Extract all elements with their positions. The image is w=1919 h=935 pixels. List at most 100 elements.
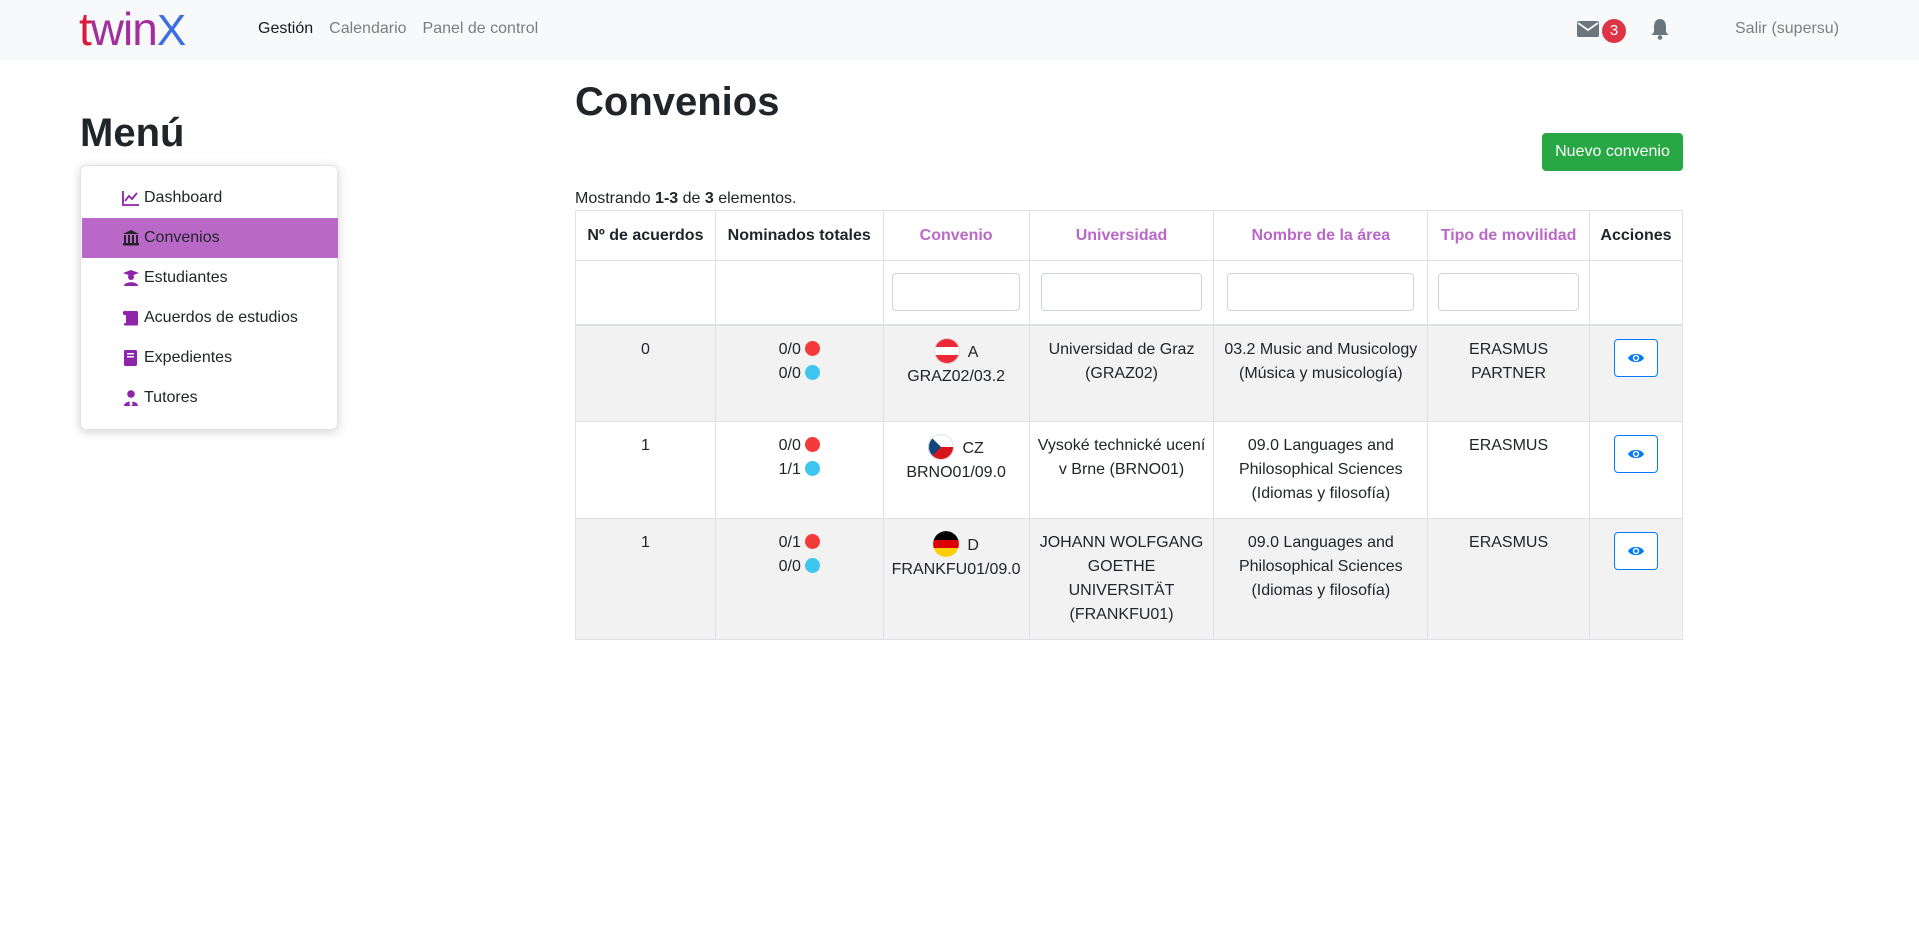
sidebar-menu: Dashboard Convenios Estudiantes Acuerdos… — [80, 165, 338, 430]
filter-cell-empty — [1589, 260, 1683, 326]
sidebar-item-label: Dashboard — [144, 189, 223, 206]
convenio-code: FRANKFU01/09.0 — [891, 561, 1021, 578]
brand-letter-t: t — [79, 3, 92, 55]
chart-line-icon — [122, 191, 139, 206]
sidebar-item-acuerdos[interactable]: Acuerdos de estudios — [82, 298, 338, 338]
cell-universidad: Vysoké technické ucení v Brne (BRNO01) — [1028, 421, 1215, 519]
sidebar-item-estudiantes[interactable]: Estudiantes — [82, 258, 338, 298]
header-acciones: Acciones — [1589, 210, 1683, 261]
header-area[interactable]: Nombre de la área — [1213, 210, 1429, 261]
filter-cell-empty — [714, 260, 884, 326]
red-dot-icon — [804, 534, 820, 549]
filter-cell-area — [1213, 260, 1429, 326]
red-dot-icon — [804, 437, 820, 452]
book-icon — [124, 350, 137, 366]
filter-universidad-input[interactable] — [1040, 273, 1203, 312]
germany-flag-icon — [933, 531, 960, 557]
summary-mid: de — [678, 190, 705, 207]
cell-acuerdos: 1 — [575, 518, 716, 640]
logout-link[interactable]: Salir (supersu) — [1735, 20, 1839, 38]
scroll-icon — [122, 310, 138, 326]
nav-link-panel-de-control[interactable]: Panel de control — [423, 20, 539, 38]
sidebar-item-convenios[interactable]: Convenios — [82, 218, 338, 258]
sidebar-item-label: Tutores — [144, 389, 198, 406]
sidebar-item-label: Expedientes — [144, 349, 233, 366]
user-tie-icon — [124, 390, 138, 406]
sidebar-item-expedientes[interactable]: Expedientes — [82, 338, 338, 378]
nominados-red-value: 0/1 — [778, 534, 801, 551]
header-convenio[interactable]: Convenio — [882, 210, 1030, 261]
cell-area: 09.0 Languages and Philosophical Science… — [1213, 421, 1429, 519]
filter-cell-universidad — [1028, 260, 1215, 326]
sidebar-item-label: Convenios — [144, 229, 220, 246]
new-convenio-button[interactable]: Nuevo convenio — [1542, 133, 1683, 171]
mail-count-badge: 3 — [1602, 19, 1626, 43]
filter-movilidad-input[interactable] — [1437, 273, 1580, 312]
cell-area: 03.2 Music and Musicology (Música y musi… — [1213, 324, 1429, 422]
czech-flag-icon — [928, 434, 955, 460]
cell-acuerdos: 1 — [575, 421, 716, 519]
eye-icon — [1628, 546, 1644, 556]
cell-universidad: Universidad de Graz (GRAZ02) — [1028, 324, 1215, 422]
envelope-icon[interactable] — [1577, 21, 1599, 37]
filter-row — [575, 260, 1683, 326]
bell-icon[interactable] — [1650, 18, 1670, 40]
blue-dot-icon — [804, 558, 820, 573]
view-button[interactable] — [1614, 338, 1658, 377]
nominados-red-value: 0/0 — [778, 437, 801, 454]
table-header-row: Nº de acuerdos Nominados totales Conveni… — [575, 210, 1683, 261]
page-title: Convenios — [575, 80, 780, 124]
filter-area-input[interactable] — [1227, 273, 1415, 312]
country-code: A — [967, 343, 979, 361]
eye-icon — [1628, 449, 1644, 459]
cell-acciones — [1589, 518, 1683, 640]
cell-nominados: 0/0 0/0 — [714, 324, 884, 422]
brand-logo[interactable]: twinX — [79, 3, 186, 55]
results-summary: Mostrando 1-3 de 3 elementos. — [575, 190, 796, 208]
cell-convenio: D FRANKFU01/09.0 — [882, 518, 1030, 640]
blue-dot-icon — [804, 364, 820, 380]
cell-universidad: JOHANN WOLFGANG GOETHE UNIVERSITÄT (FRAN… — [1028, 518, 1215, 640]
filter-cell-empty — [575, 260, 716, 326]
cell-movilidad: ERASMUS — [1427, 421, 1590, 519]
header-nominados: Nominados totales — [714, 210, 884, 261]
view-button[interactable] — [1614, 532, 1658, 570]
table-row: 1 0/0 1/1 CZ BRNO01/09.0 Vysoké technick… — [575, 421, 1683, 519]
filter-cell-convenio — [882, 260, 1030, 326]
header-movilidad[interactable]: Tipo de movilidad — [1427, 210, 1590, 261]
top-navbar: twinX Gestión Calendario Panel de contro… — [0, 0, 1919, 60]
brand-letters-win: win — [90, 3, 158, 55]
filter-convenio-input[interactable] — [892, 273, 1020, 312]
nav-link-gestion[interactable]: Gestión — [258, 20, 313, 38]
table-row: 1 0/1 0/0 D FRANKFU01/09.0 JOHANN WOLFGA… — [575, 518, 1683, 640]
nav-link-calendario[interactable]: Calendario — [329, 20, 406, 38]
convenios-table: Nº de acuerdos Nominados totales Conveni… — [575, 210, 1683, 640]
nominados-red-value: 0/0 — [778, 340, 801, 358]
cell-convenio: A GRAZ02/03.2 — [882, 324, 1030, 422]
blue-dot-icon — [804, 461, 820, 476]
convenio-code: BRNO01/09.0 — [906, 464, 1006, 481]
summary-prefix: Mostrando — [575, 190, 656, 207]
summary-suffix: elementos. — [713, 190, 797, 207]
table-row: 0 0/0 0/0 A GRAZ02/03.2 Universidad de G… — [575, 324, 1683, 422]
cell-area: 09.0 Languages and Philosophical Science… — [1213, 518, 1429, 640]
country-code: D — [967, 537, 979, 554]
brand-letter-x: X — [156, 6, 186, 55]
nominados-blue-value: 0/0 — [778, 558, 801, 575]
header-universidad[interactable]: Universidad — [1028, 210, 1215, 261]
sidebar-item-dashboard[interactable]: Dashboard — [82, 178, 338, 218]
header-acuerdos: Nº de acuerdos — [575, 210, 716, 261]
sidebar-item-label: Acuerdos de estudios — [144, 309, 298, 326]
sidebar-item-label: Estudiantes — [144, 269, 228, 286]
cell-movilidad: ERASMUS — [1427, 518, 1590, 640]
cell-nominados: 0/0 1/1 — [714, 421, 884, 519]
filter-cell-movilidad — [1427, 260, 1590, 326]
menu-title: Menú — [80, 111, 185, 155]
cell-acciones — [1589, 324, 1683, 422]
convenio-code: GRAZ02/03.2 — [907, 367, 1006, 385]
sidebar-item-tutores[interactable]: Tutores — [82, 378, 338, 418]
cell-nominados: 0/1 0/0 — [714, 518, 884, 640]
view-button[interactable] — [1614, 435, 1658, 473]
cell-acciones — [1589, 421, 1683, 519]
cell-convenio: CZ BRNO01/09.0 — [882, 421, 1030, 519]
